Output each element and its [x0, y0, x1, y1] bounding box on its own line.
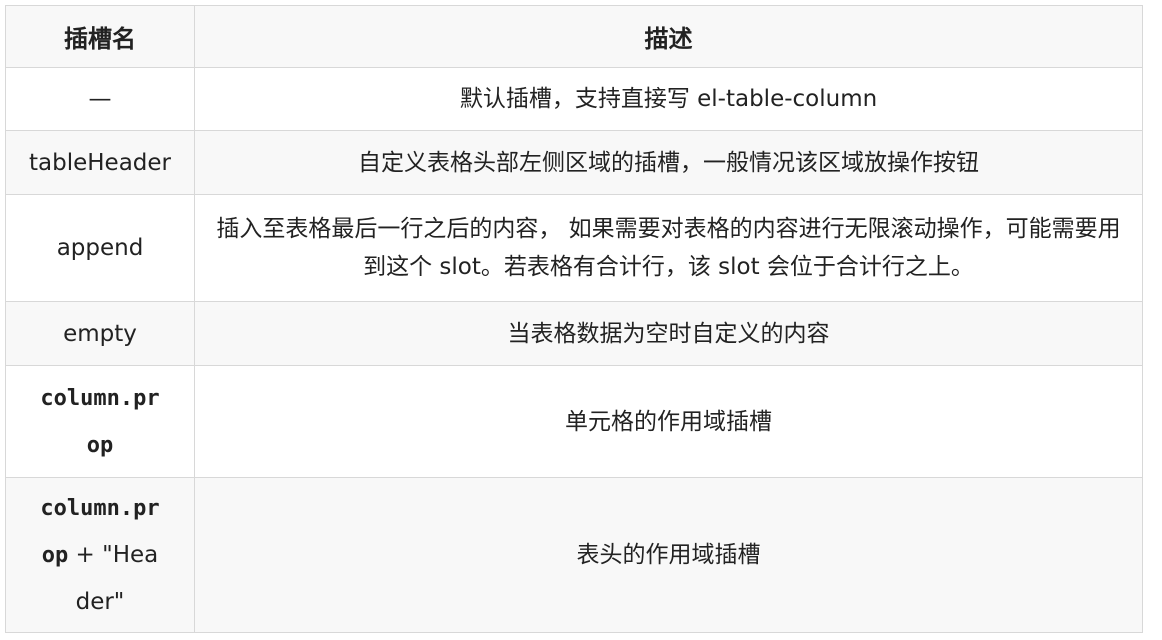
slot-name: empty: [5, 301, 195, 366]
table-row: column.prop 单元格的作用域插槽: [5, 365, 1143, 478]
slot-name-cell: column.prop + "Header": [5, 477, 195, 633]
slots-table: 插槽名 描述 — 默认插槽，支持直接写 el-table-column tabl…: [5, 5, 1143, 633]
slot-name: —: [5, 67, 195, 131]
slot-name-wrap: column.prop + "Header": [35, 485, 165, 625]
table-row: append 插入至表格最后一行之后的内容， 如果需要对表格的内容进行无限滚动操…: [5, 194, 1143, 302]
table-header-row: 插槽名 描述: [5, 5, 1143, 68]
slot-description: 默认插槽，支持直接写 el-table-column: [194, 67, 1143, 131]
slot-name-suffix: + "Header": [68, 542, 159, 615]
slot-name: append: [5, 194, 195, 302]
slot-description: 插入至表格最后一行之后的内容， 如果需要对表格的内容进行无限滚动操作，可能需要用…: [194, 194, 1143, 302]
table-row: — 默认插槽，支持直接写 el-table-column: [5, 67, 1143, 131]
slot-name-cell: column.prop: [5, 365, 195, 478]
slot-description: 单元格的作用域插槽: [194, 365, 1143, 478]
slot-description: 当表格数据为空时自定义的内容: [194, 301, 1143, 366]
slot-description: 自定义表格头部左侧区域的插槽，一般情况该区域放操作按钮: [194, 130, 1143, 195]
slot-name-wrap: column.prop: [35, 375, 165, 469]
table-row: empty 当表格数据为空时自定义的内容: [5, 301, 1143, 366]
header-slot-name: 插槽名: [5, 5, 195, 68]
header-description: 描述: [194, 5, 1143, 68]
slot-name: tableHeader: [5, 130, 195, 195]
table-row: column.prop + "Header" 表头的作用域插槽: [5, 477, 1143, 633]
table-row: tableHeader 自定义表格头部左侧区域的插槽，一般情况该区域放操作按钮: [5, 130, 1143, 195]
slot-name-code: column.prop: [40, 385, 160, 458]
slot-description: 表头的作用域插槽: [194, 477, 1143, 633]
